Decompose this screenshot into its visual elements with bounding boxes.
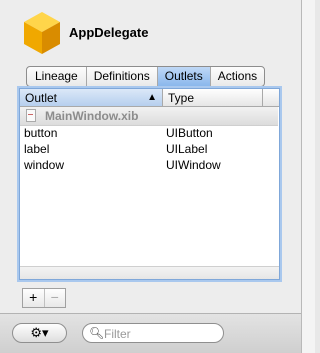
- tab-actions[interactable]: Actions: [209, 67, 264, 86]
- horizontal-scrollbar[interactable]: [20, 266, 279, 279]
- table-header: Outlet ▲ Type: [20, 89, 279, 107]
- group-label: MainWindow.xib: [45, 109, 139, 123]
- filter-input[interactable]: [102, 325, 221, 343]
- add-remove-buttons: + −: [22, 288, 66, 308]
- outlet-name: button: [24, 126, 58, 140]
- outlet-name: label: [24, 142, 50, 156]
- tab-outlets[interactable]: Outlets: [156, 67, 210, 86]
- library-panel: AppDelegate Lineage Definitions Outlets …: [0, 0, 301, 353]
- tab-lineage[interactable]: Lineage: [27, 67, 86, 86]
- remove-button[interactable]: −: [43, 289, 66, 307]
- tab-definitions[interactable]: Definitions: [85, 67, 157, 86]
- type-column-header[interactable]: Type: [163, 89, 263, 106]
- table-row[interactable]: window UIWindow: [20, 157, 278, 173]
- right-edge: [301, 0, 315, 353]
- xib-file-icon: [26, 109, 36, 122]
- gear-menu-button[interactable]: ⚙▾: [12, 323, 67, 343]
- table-row[interactable]: label UILabel: [20, 141, 278, 157]
- table-row[interactable]: button UIButton: [20, 125, 278, 141]
- outlet-type: UIWindow: [166, 158, 221, 172]
- segmented-tabs: Lineage Definitions Outlets Actions: [26, 66, 266, 87]
- outlet-column-header[interactable]: Outlet ▲: [20, 89, 163, 106]
- class-title: AppDelegate: [69, 25, 149, 40]
- add-button[interactable]: +: [23, 289, 44, 307]
- outlet-type: UILabel: [166, 142, 208, 156]
- outlet-name: window: [24, 158, 65, 172]
- object-cube-icon: [24, 12, 60, 54]
- outlets-table[interactable]: Outlet ▲ Type MainWindow.xib button UIBu…: [19, 88, 280, 280]
- outlet-type: UIButton: [166, 126, 213, 140]
- sort-ascending-icon: ▲: [147, 92, 157, 103]
- filter-field[interactable]: 🔍︎: [82, 323, 224, 343]
- group-row[interactable]: MainWindow.xib: [20, 107, 278, 126]
- bottom-bar: ⚙▾ 🔍︎: [0, 313, 301, 353]
